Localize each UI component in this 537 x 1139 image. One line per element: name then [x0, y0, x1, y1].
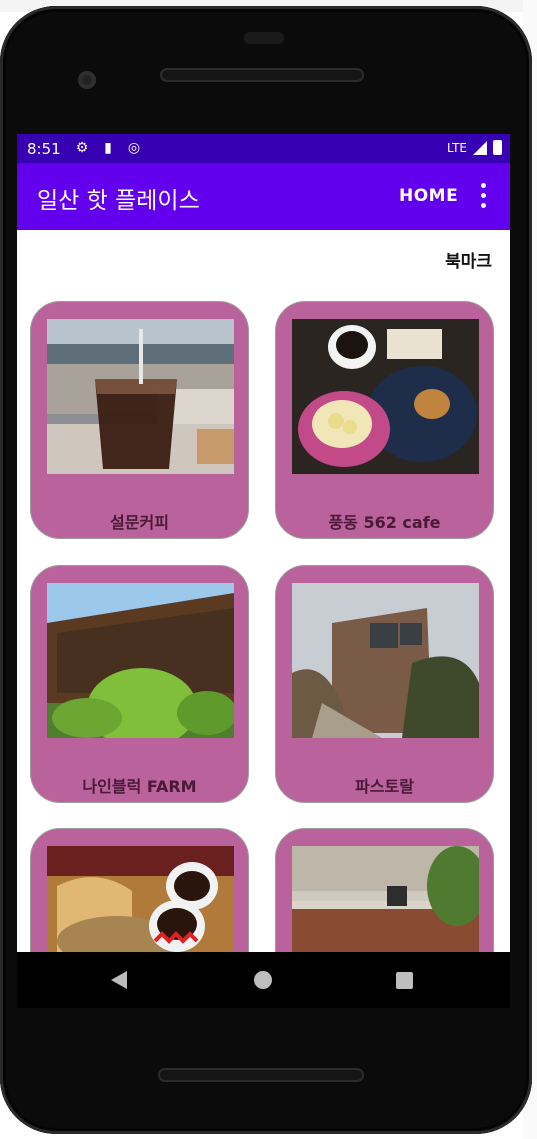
place-card-5[interactable] [30, 828, 249, 952]
bread-coffee-photo [47, 846, 234, 952]
place-name: 나인블럭 FARM [82, 777, 197, 796]
front-camera-icon [78, 71, 96, 89]
home-circle-icon[interactable] [254, 971, 272, 989]
status-bar: 8:51 ⚙ ▮ ◎ LTE [17, 134, 510, 163]
system-nav-bar [17, 952, 510, 1008]
app-title: 일산 핫 플레이스 [37, 188, 200, 214]
place-card-pungdong[interactable]: 풍동 562 cafe [275, 301, 494, 539]
network-type: LTE [447, 140, 467, 155]
app-bar: 일산 핫 플레이스 HOME [17, 163, 510, 230]
back-icon[interactable] [111, 971, 127, 989]
signal-icon [473, 140, 487, 155]
place-name: 파스토랄 [355, 777, 414, 796]
coffee-dessert-photo [292, 319, 479, 474]
recent-apps-icon[interactable] [396, 972, 413, 989]
place-card-6[interactable] [275, 828, 494, 952]
app-screen: 8:51 ⚙ ▮ ◎ LTE 일산 핫 플레이스 HOME 북마크 설문커피 풍… [17, 134, 510, 952]
phone-sensor [244, 32, 284, 44]
settings-gear-icon: ⚙ [75, 140, 89, 156]
bookmark-link[interactable]: 북마크 [445, 247, 492, 272]
phone-speaker [160, 68, 364, 82]
place-name: 풍동 562 cafe [328, 513, 441, 532]
home-button[interactable]: HOME [399, 186, 458, 206]
overflow-menu-icon[interactable] [475, 181, 491, 211]
place-card-nineblock[interactable]: 나인블럭 FARM [30, 565, 249, 803]
place-card-seolmun[interactable]: 설문커피 [30, 301, 249, 539]
sync-icon: ◎ [127, 140, 141, 156]
place-card-pastoral[interactable]: 파스토랄 [275, 565, 494, 803]
battery-icon [493, 140, 502, 155]
brick-cafe-building-photo [292, 583, 479, 738]
cafe-interior-photo [292, 846, 479, 952]
place-name: 설문커피 [110, 513, 169, 532]
iced-coffee-photo [47, 319, 234, 474]
status-time: 8:51 [27, 140, 61, 158]
sd-card-icon: ▮ [104, 140, 112, 156]
block-coffee-building-photo [47, 583, 234, 738]
phone-bottom-speaker [158, 1068, 364, 1082]
